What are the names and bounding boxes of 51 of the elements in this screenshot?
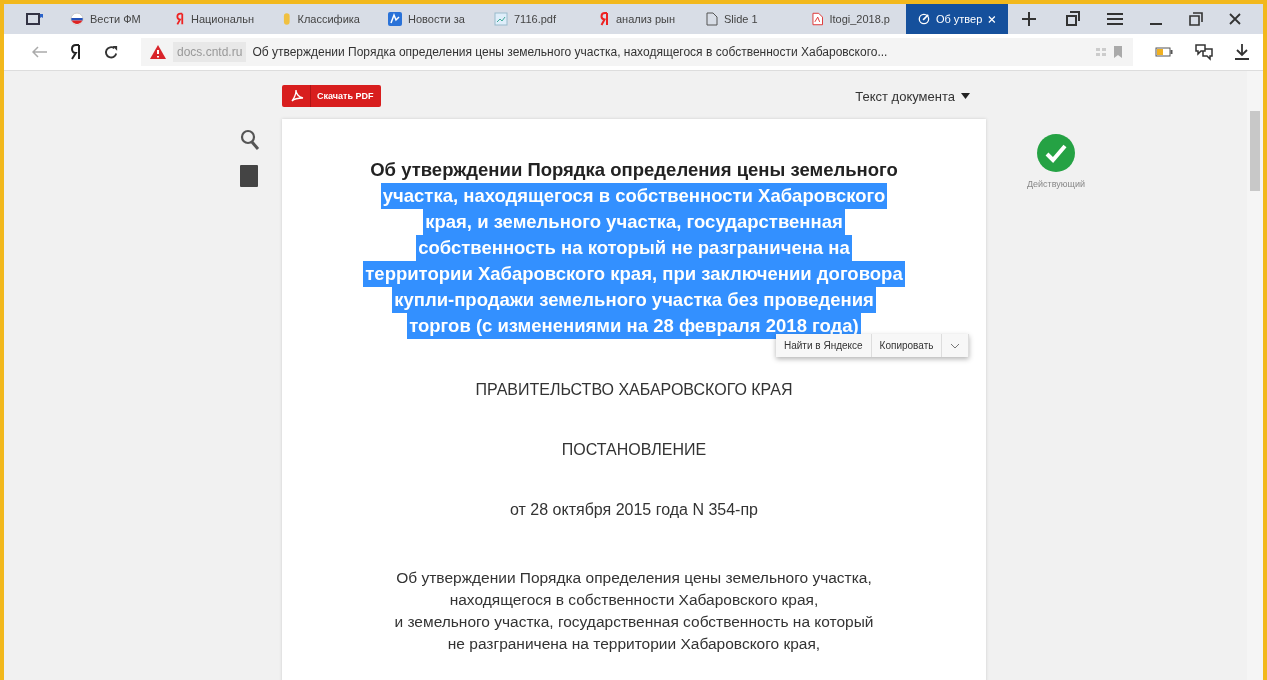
- caret-icon: [961, 93, 970, 99]
- intro-line: находящегося в собственности Хабаровского края,: [449, 590, 819, 610]
- pdf-file-icon: [812, 12, 824, 26]
- intro-line: Об утверждении Порядка определения цены земельного участка,: [396, 568, 872, 588]
- checkmark-icon: [1036, 133, 1076, 173]
- battery-icon[interactable]: [1155, 47, 1173, 57]
- image-file-icon: [494, 12, 508, 26]
- flag-icon: [70, 12, 84, 26]
- letter-icon: [176, 12, 185, 26]
- browser-tab[interactable]: Национальн: [164, 4, 266, 34]
- browser-tab[interactable]: Itogi_2018.p: [800, 4, 902, 34]
- document-type: ПОСТАНОВЛЕНИЕ: [560, 441, 708, 459]
- tabs-panel-icon[interactable]: [26, 13, 44, 25]
- download-pdf-button[interactable]: Скачать PDF: [282, 85, 382, 107]
- file-icon: [706, 12, 718, 26]
- view-dropdown[interactable]: Текст документа: [849, 87, 976, 105]
- copy-icon[interactable]: [1065, 11, 1081, 27]
- intro-line: не разграничена на территории Хабаровского края,: [447, 634, 821, 654]
- restore-icon[interactable]: [1189, 12, 1203, 26]
- chat-icon[interactable]: [1195, 43, 1213, 61]
- reload-icon[interactable]: [104, 44, 119, 60]
- browser-tab[interactable]: анализ рын: [588, 4, 690, 34]
- close-icon[interactable]: [1229, 13, 1241, 25]
- download-icon[interactable]: [1235, 44, 1249, 60]
- close-tab-icon[interactable]: [988, 14, 996, 24]
- menu-icon[interactable]: [1107, 13, 1123, 25]
- search-icon[interactable]: [240, 129, 260, 151]
- popup-action[interactable]: Копировать: [871, 334, 943, 357]
- title-line: Об утверждении Порядка определения цены земельного: [369, 158, 899, 182]
- browser-tab[interactable]: Вести ФМ: [58, 4, 160, 34]
- pdf-logo-icon: [290, 89, 304, 103]
- new-tab-icon[interactable]: [1022, 12, 1036, 26]
- chevron-icon: [950, 343, 961, 349]
- document-date: от 28 октября 2015 года N 354-пр: [509, 501, 759, 519]
- browser-tab[interactable]: 7116.pdf: [482, 4, 584, 34]
- browser-tab[interactable]: Об утвер: [906, 4, 1008, 34]
- scrollbar[interactable]: [1247, 71, 1263, 680]
- authority-heading: ПРАВИТЕЛЬСТВО ХАБАРОВСКОГО КРАЯ: [474, 381, 794, 399]
- scroll-thumb[interactable]: [1250, 111, 1260, 191]
- status-label: Действующий: [1026, 179, 1085, 189]
- warning-icon: [149, 44, 167, 60]
- letter-icon: [600, 12, 610, 26]
- news-icon: [388, 12, 402, 26]
- page-title: Об утверждении Порядка определения цены земельного участка, находящегося в собственности Хабаровского...: [252, 45, 888, 59]
- letter-icon[interactable]: [70, 43, 82, 61]
- intro-line: и земельного участка, государственная собственность на который: [394, 612, 874, 632]
- url-domain: docs.cntd.ru: [173, 42, 247, 62]
- browser-tab[interactable]: Новости за: [376, 4, 478, 34]
- browser-tab[interactable]: Классифика: [270, 4, 372, 34]
- popup-action[interactable]: Найти в Яндексе: [776, 334, 872, 357]
- browser-tab[interactable]: Slide 1: [694, 4, 796, 34]
